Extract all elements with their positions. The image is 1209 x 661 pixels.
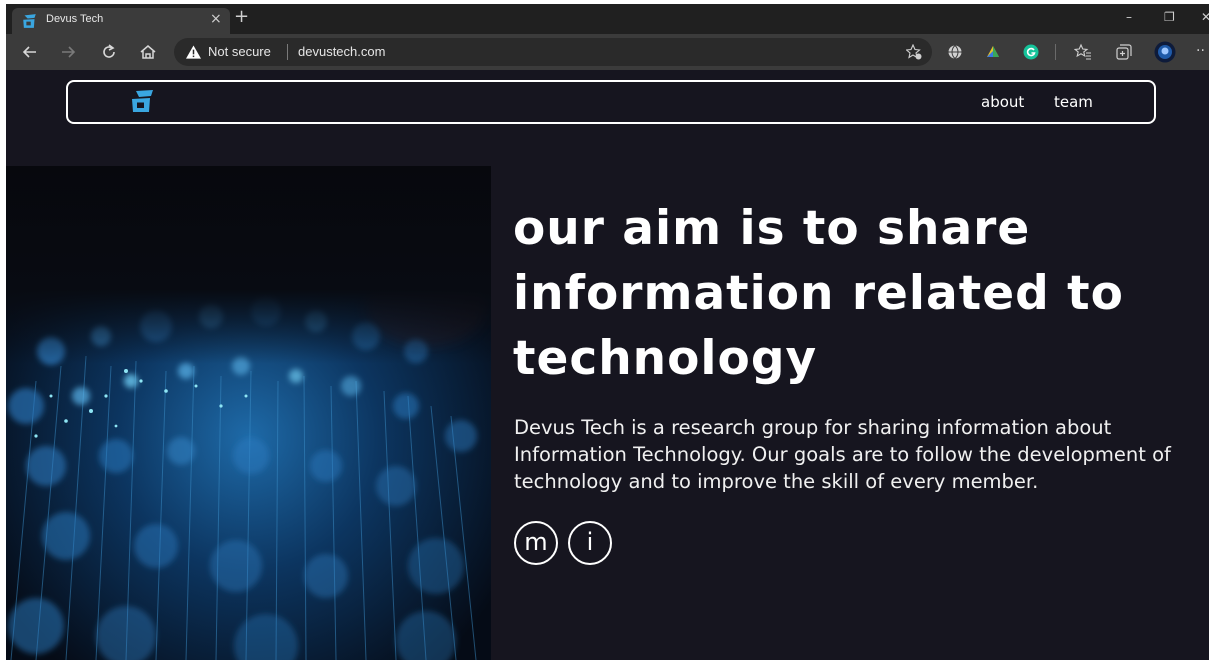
favorites-icon[interactable] — [1074, 43, 1092, 61]
forward-icon[interactable] — [58, 42, 78, 62]
extension-globe-icon[interactable] — [946, 43, 964, 61]
extension-color-icon[interactable] — [984, 43, 1002, 61]
social-i-icon: i — [586, 528, 594, 556]
site-favicon-icon — [23, 14, 36, 28]
browser-tab[interactable]: Devus Tech × — [12, 8, 230, 34]
url-text[interactable]: devustech.com — [298, 44, 385, 59]
nav-link-team[interactable]: team — [1054, 93, 1093, 111]
toolbar-separator — [1055, 44, 1056, 60]
add-favorite-icon[interactable] — [906, 44, 922, 60]
social-button-m[interactable]: m — [514, 521, 558, 565]
browser-window: Devus Tech × + – ❐ ✕ Not secure devustec… — [6, 4, 1209, 660]
reload-icon[interactable] — [99, 42, 119, 62]
hero-image — [6, 166, 491, 660]
minimize-button[interactable]: – — [1126, 10, 1132, 24]
nav-link-about[interactable]: about — [981, 93, 1024, 111]
social-m-icon: m — [524, 528, 548, 556]
restore-button[interactable]: ❐ — [1164, 10, 1175, 24]
more-icon[interactable]: ·· — [1196, 43, 1205, 59]
fiber-optic-illustration — [6, 166, 491, 660]
tab-title: Devus Tech — [46, 13, 104, 25]
new-tab-button[interactable]: + — [234, 7, 249, 27]
address-separator — [287, 44, 288, 60]
hero-headline: our aim is to share information related … — [513, 201, 1124, 386]
social-button-i[interactable]: i — [568, 521, 612, 565]
site-logo-icon[interactable] — [130, 90, 154, 112]
collections-icon[interactable] — [1115, 43, 1133, 61]
tab-close-icon[interactable]: × — [210, 11, 222, 27]
warning-icon[interactable] — [186, 45, 201, 59]
security-label[interactable]: Not secure — [208, 44, 271, 59]
home-icon[interactable] — [138, 42, 158, 62]
site-navbar: about team — [66, 80, 1156, 124]
back-icon[interactable] — [20, 42, 40, 62]
address-bar[interactable]: Not secure devustech.com — [174, 38, 932, 66]
close-window-button[interactable]: ✕ — [1201, 10, 1209, 24]
profile-avatar-icon[interactable] — [1154, 41, 1176, 63]
hero-description: Devus Tech is a research group for shari… — [514, 416, 1171, 493]
browser-toolbar: Not secure devustech.com ·· — [6, 34, 1209, 70]
title-bar: Devus Tech × + – ❐ ✕ — [6, 4, 1209, 34]
grammarly-icon[interactable] — [1022, 43, 1040, 61]
